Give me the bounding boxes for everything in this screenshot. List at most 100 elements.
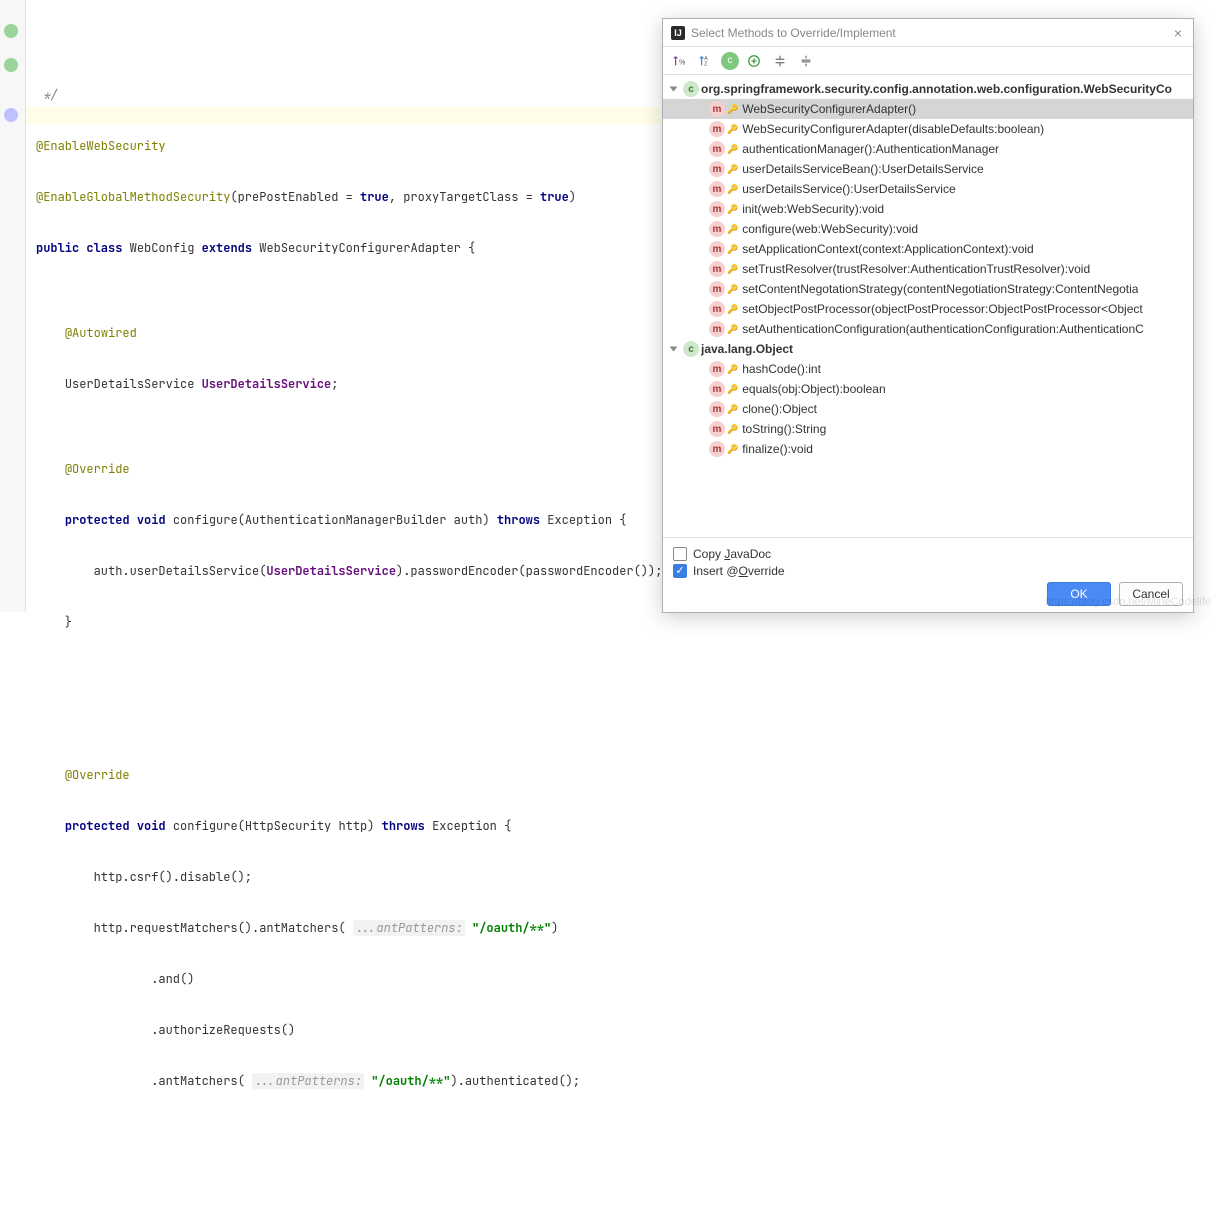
- spring-icon: [4, 24, 18, 38]
- key-icon: 🔑: [727, 324, 738, 335]
- dialog-toolbar: % AZ c: [663, 47, 1193, 75]
- methods-tree[interactable]: corg.springframework.security.config.ann…: [663, 75, 1193, 537]
- code-line: UserDetailsService UserDetailsService;: [30, 376, 660, 393]
- tree-item-label: clone():Object: [742, 402, 817, 416]
- method-icon: m: [709, 361, 725, 377]
- method-icon: m: [709, 421, 725, 437]
- tree-method-row[interactable]: m🔑setObjectPostProcessor(objectPostProce…: [663, 299, 1193, 319]
- tree-item-label: configure(web:WebSecurity):void: [742, 222, 918, 236]
- method-icon: m: [709, 261, 725, 277]
- code-line: http.csrf().disable();: [30, 869, 660, 886]
- watermark-text: https://blog.csdn.net/MineCodelife: [1045, 596, 1211, 608]
- svg-text:%: %: [679, 59, 685, 66]
- dialog-titlebar[interactable]: IJ Select Methods to Override/Implement …: [663, 19, 1193, 47]
- checkbox-icon[interactable]: [673, 564, 687, 578]
- key-icon: 🔑: [727, 404, 738, 415]
- key-icon: 🔑: [727, 124, 738, 135]
- collapse-all-icon[interactable]: [795, 50, 817, 72]
- editor-gutter: [0, 0, 26, 612]
- tree-item-label: finalize():void: [742, 442, 813, 456]
- code-line: .antMatchers( ...antPatterns: "/oauth/**…: [30, 1073, 660, 1090]
- method-icon: m: [709, 241, 725, 257]
- tree-item-label: toString():String: [742, 422, 826, 436]
- tree-item-label: equals(obj:Object):boolean: [742, 382, 885, 396]
- method-icon: m: [709, 121, 725, 137]
- checkbox-icon[interactable]: [673, 547, 687, 561]
- intellij-icon: IJ: [671, 26, 685, 40]
- tree-method-row[interactable]: m🔑userDetailsServiceBean():UserDetailsSe…: [663, 159, 1193, 179]
- method-icon: m: [709, 221, 725, 237]
- tree-item-label: init(web:WebSecurity):void: [742, 202, 884, 216]
- key-icon: 🔑: [727, 364, 738, 375]
- expand-icon[interactable]: [669, 83, 681, 95]
- class-icon: c: [683, 341, 699, 357]
- key-icon: 🔑: [727, 224, 738, 235]
- tree-method-row[interactable]: m🔑setTrustResolver(trustResolver:Authent…: [663, 259, 1193, 279]
- tree-method-row[interactable]: m🔑setContentNegotationStrategy(contentNe…: [663, 279, 1193, 299]
- code-line: protected void configure(AuthenticationM…: [30, 512, 660, 529]
- tree-method-row[interactable]: m🔑 setAuthenticationConfiguration(authent…: [663, 319, 1193, 339]
- method-icon: m: [709, 181, 725, 197]
- key-icon: 🔑: [727, 424, 738, 435]
- method-icon: m: [709, 101, 725, 117]
- key-icon: 🔑: [727, 144, 738, 155]
- copy-javadoc-checkbox[interactable]: Copy JavaDoc: [673, 547, 1183, 561]
- tree-method-row[interactable]: m🔑 toString():String: [663, 419, 1193, 439]
- insert-override-checkbox[interactable]: Insert @Override: [673, 564, 1183, 578]
- code-line: @EnableWebSecurity: [30, 138, 660, 155]
- tree-item-label: hashCode():int: [742, 362, 821, 376]
- tree-class-row[interactable]: corg.springframework.security.config.ann…: [663, 79, 1193, 99]
- key-icon: 🔑: [727, 164, 738, 175]
- method-icon: m: [709, 401, 725, 417]
- tree-item-label: setContentNegotationStrategy(contentNego…: [742, 282, 1138, 296]
- sort-az-icon[interactable]: AZ: [695, 50, 717, 72]
- spring-icon: [4, 58, 18, 72]
- dialog-title-text: Select Methods to Override/Implement: [691, 26, 896, 40]
- key-icon: 🔑: [727, 244, 738, 255]
- tree-item-label: userDetailsServiceBean():UserDetailsServ…: [742, 162, 983, 176]
- tree-method-row[interactable]: m🔑 configure(web:WebSecurity):void: [663, 219, 1193, 239]
- tree-class-row[interactable]: cjava.lang.Object: [663, 339, 1193, 359]
- method-icon: m: [709, 441, 725, 457]
- close-icon[interactable]: ×: [1171, 26, 1185, 40]
- key-icon: 🔑: [727, 284, 738, 295]
- tree-method-row[interactable]: m🔑setApplicationContext(context:Applicat…: [663, 239, 1193, 259]
- sort-alpha-icon[interactable]: %: [669, 50, 691, 72]
- tree-method-row[interactable]: m🔑 clone():Object: [663, 399, 1193, 419]
- tree-method-row[interactable]: m🔑 hashCode():int: [663, 359, 1193, 379]
- code-line: */: [30, 87, 660, 104]
- editor-highlighted-line: [26, 107, 660, 124]
- code-line: @Autowired: [30, 325, 660, 342]
- tree-method-row[interactable]: m🔑 WebSecurityConfigurerAdapter(disableDe…: [663, 119, 1193, 139]
- method-icon: m: [709, 141, 725, 157]
- tree-item-label: authenticationManager():AuthenticationMa…: [742, 142, 999, 156]
- tree-method-row[interactable]: m🔑equals(obj:Object):boolean: [663, 379, 1193, 399]
- tree-method-row[interactable]: m🔑 finalize():void: [663, 439, 1193, 459]
- key-icon: 🔑: [727, 444, 738, 455]
- expand-icon[interactable]: [669, 343, 681, 355]
- show-class-icon[interactable]: c: [721, 52, 739, 70]
- select-none-icon[interactable]: [743, 50, 765, 72]
- code-line: public class WebConfig extends WebSecuri…: [30, 240, 660, 257]
- expand-all-icon[interactable]: [769, 50, 791, 72]
- key-icon: 🔑: [727, 204, 738, 215]
- method-icon: m: [709, 201, 725, 217]
- code-editor[interactable]: */ @EnableWebSecurity @EnableGlobalMetho…: [0, 0, 660, 612]
- checkbox-label: Insert @Override: [693, 564, 785, 578]
- code-line: @Override: [30, 767, 660, 784]
- tree-item-label: WebSecurityConfigurerAdapter(): [742, 102, 916, 116]
- tree-method-row[interactable]: m🔑WebSecurityConfigurerAdapter(): [663, 99, 1193, 119]
- tree-method-row[interactable]: m🔑 authenticationManager():Authentication…: [663, 139, 1193, 159]
- code-line: auth.userDetailsService(UserDetailsServi…: [30, 563, 660, 580]
- tree-method-row[interactable]: m🔑userDetailsService():UserDetailsServic…: [663, 179, 1193, 199]
- override-icon: [4, 108, 18, 122]
- code-line: .and(): [30, 971, 660, 988]
- tree-item-label: setAuthenticationConfiguration(authentic…: [742, 322, 1144, 336]
- tree-item-label: WebSecurityConfigurerAdapter(disableDefa…: [742, 122, 1044, 136]
- method-icon: m: [709, 321, 725, 337]
- tree-method-row[interactable]: m🔑 init(web:WebSecurity):void: [663, 199, 1193, 219]
- tree-item-label: setObjectPostProcessor(objectPostProcess…: [742, 302, 1143, 316]
- code-line: @EnableGlobalMethodSecurity(prePostEnabl…: [30, 189, 660, 206]
- code-line: .authorizeRequests(): [30, 1022, 660, 1039]
- code-line: http.requestMatchers().antMatchers( ...a…: [30, 920, 660, 937]
